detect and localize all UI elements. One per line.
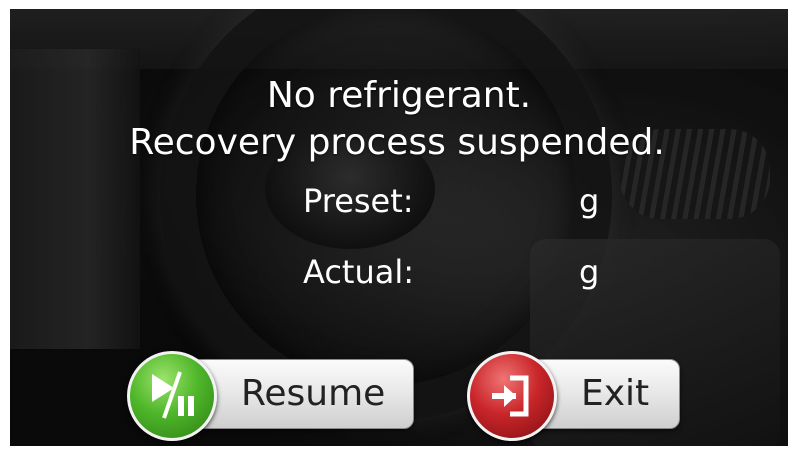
resume-button-label: Resume: [241, 373, 386, 414]
exit-button-label: Exit: [581, 373, 650, 414]
resume-button[interactable]: Resume: [127, 351, 414, 441]
actual-unit: g: [579, 253, 600, 291]
preset-label: Preset:: [303, 182, 414, 220]
status-message-line2: Recovery process suspended.: [129, 122, 665, 163]
exit-door-icon: [467, 351, 557, 441]
play-pause-icon: [127, 351, 217, 441]
exit-button[interactable]: Exit: [467, 351, 680, 441]
status-message-line1: No refrigerant.: [266, 75, 532, 116]
actual-label: Actual:: [303, 253, 415, 291]
recovery-screen: No refrigerant. Recovery process suspend…: [10, 9, 788, 446]
preset-unit: g: [579, 182, 600, 220]
